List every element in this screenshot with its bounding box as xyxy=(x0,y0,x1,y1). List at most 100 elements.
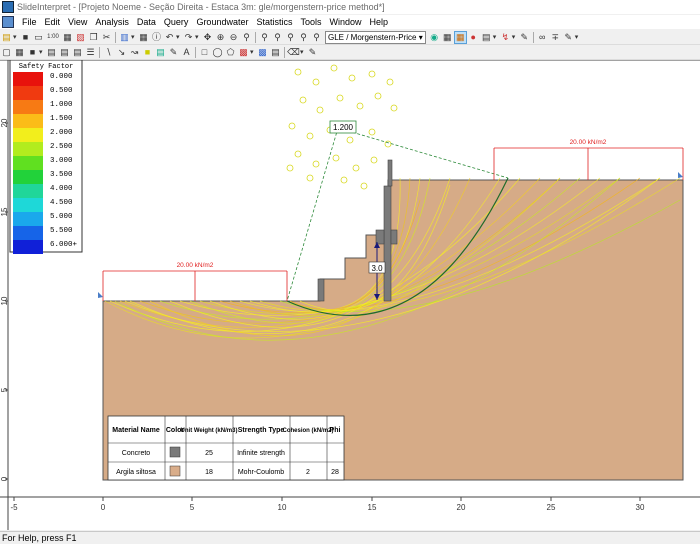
menu-bar: File Edit View Analysis Data Query Groun… xyxy=(0,15,700,29)
legend-swatch xyxy=(13,198,43,212)
chevron-down-icon[interactable]: ▾ xyxy=(300,47,306,58)
legend-label: 1.500 xyxy=(50,115,73,123)
x-tick-label: 20 xyxy=(457,503,466,512)
polyline-icon[interactable]: ↝ xyxy=(129,47,140,58)
chevron-down-icon[interactable]: ▾ xyxy=(575,32,581,43)
menu-window[interactable]: Window xyxy=(326,17,366,27)
legend: Safety Factor 0.000 0.500 1.000 1.500 2.000 2… xyxy=(9,60,83,254)
legend-label: 0.000 xyxy=(50,73,73,81)
open-icon[interactable]: ▤ xyxy=(1,32,12,43)
redo-icon[interactable]: ↷ xyxy=(183,32,194,43)
menu-analysis[interactable]: Analysis xyxy=(91,17,133,27)
toolbar-divider xyxy=(195,46,196,58)
table-header: Material Name xyxy=(112,427,160,434)
zoom-slope-icon[interactable]: ⚲ xyxy=(285,32,296,43)
search-icon[interactable]: ⚲ xyxy=(311,32,322,43)
toolbar-divider xyxy=(115,31,116,43)
menu-file[interactable]: File xyxy=(18,17,41,27)
globe-icon[interactable]: ◉ xyxy=(429,32,440,43)
window-title: SlideInterpret - [Projeto Noeme - Seção … xyxy=(17,2,385,12)
menu-edit[interactable]: Edit xyxy=(41,17,65,27)
save-icon[interactable]: ■ xyxy=(20,32,31,43)
line-color-icon[interactable]: ▩ xyxy=(257,47,268,58)
menu-statistics[interactable]: Statistics xyxy=(252,17,296,27)
chevron-down-icon[interactable]: ▾ xyxy=(493,32,499,43)
select-all-icon[interactable]: ▢ xyxy=(1,47,12,58)
export-icon[interactable]: ▦ xyxy=(62,32,73,43)
undo-icon[interactable]: ↶ xyxy=(164,32,175,43)
cut-icon[interactable]: ✂ xyxy=(101,32,112,43)
menu-view[interactable]: View xyxy=(64,17,91,27)
chevron-down-icon[interactable]: ▾ xyxy=(176,32,182,43)
ellipse-icon[interactable]: ◯ xyxy=(212,47,223,58)
ruler-icon[interactable]: ▤ xyxy=(72,47,83,58)
line-icon[interactable]: ∖ xyxy=(103,47,114,58)
legend-label: 3.500 xyxy=(50,171,73,179)
forces-icon[interactable]: ↯ xyxy=(500,32,511,43)
x-tick-label: 30 xyxy=(636,503,645,512)
dimension-icon[interactable]: ▤ xyxy=(59,47,70,58)
properties-icon[interactable]: ■ xyxy=(27,47,38,58)
eraser-icon[interactable]: ⌫ xyxy=(287,47,300,58)
legend-swatch xyxy=(13,114,43,128)
minimum-surface-icon[interactable]: ● xyxy=(468,32,479,43)
menu-tools[interactable]: Tools xyxy=(296,17,325,27)
zoom-extents-icon[interactable]: ⚲ xyxy=(272,32,283,43)
chevron-down-icon[interactable]: ▾ xyxy=(195,32,201,43)
graph-icon[interactable]: ∓ xyxy=(550,32,561,43)
legend-label: 0.500 xyxy=(50,87,73,95)
arrow-icon[interactable]: ↘ xyxy=(116,47,127,58)
zoom-in-icon[interactable]: ⊕ xyxy=(215,32,226,43)
load-label-right: 20.00 kN/m2 xyxy=(570,139,607,146)
legend-swatch xyxy=(13,240,43,254)
label-icon[interactable]: A xyxy=(181,47,192,58)
select-icon[interactable]: ✎ xyxy=(563,32,574,43)
lock-icon[interactable]: ▤ xyxy=(270,47,281,58)
chevron-down-icon[interactable]: ▾ xyxy=(250,47,256,58)
legend-label: 2.000 xyxy=(50,129,73,137)
menu-data[interactable]: Data xyxy=(133,17,160,27)
chevron-down-icon[interactable]: ▾ xyxy=(13,32,19,43)
edit-icon[interactable]: ✎ xyxy=(307,47,318,58)
menu-groundwater[interactable]: Groundwater xyxy=(192,17,252,27)
x-tick-label: 15 xyxy=(368,503,377,512)
table-icon[interactable]: ▦ xyxy=(138,32,149,43)
table-cell: 2 xyxy=(306,469,310,476)
model-canvas[interactable]: 20 15 10 5 0 -5 0 5 10 15 20 25 30 3.0 1… xyxy=(0,60,700,530)
chart-icon[interactable]: ▥ xyxy=(119,32,130,43)
zoom-previous-icon[interactable]: ⚲ xyxy=(298,32,309,43)
document-icon[interactable] xyxy=(2,16,14,28)
copy-icon[interactable]: ❐ xyxy=(88,32,99,43)
slices-icon[interactable]: ▤ xyxy=(481,32,492,43)
chevron-down-icon[interactable]: ▾ xyxy=(131,32,137,43)
rectangle-icon[interactable]: □ xyxy=(199,47,210,58)
zoom-window-icon[interactable]: ⚲ xyxy=(241,32,252,43)
chevron-down-icon[interactable]: ▾ xyxy=(512,32,518,43)
scale-button[interactable]: 1:00 xyxy=(46,32,60,43)
analysis-method-select[interactable]: GLE / Morgenstern-Price ▾ xyxy=(325,30,426,44)
pan-icon[interactable]: ✥ xyxy=(202,32,213,43)
menu-help[interactable]: Help xyxy=(366,17,393,27)
bitmap-icon[interactable]: ▧ xyxy=(75,32,86,43)
query-icon[interactable]: ✎ xyxy=(519,32,530,43)
link-icon[interactable]: ∞ xyxy=(537,32,548,43)
print-icon[interactable]: ▭ xyxy=(33,32,44,43)
menu-query[interactable]: Query xyxy=(160,17,193,27)
all-surfaces-icon[interactable]: ▦ xyxy=(442,32,453,43)
grid-icon[interactable]: ▦ xyxy=(14,47,25,58)
edit-text-icon[interactable]: ✎ xyxy=(168,47,179,58)
info-icon[interactable]: ⓘ xyxy=(151,32,162,43)
list-icon[interactable]: ☰ xyxy=(85,47,96,58)
dimension-label: 3.0 xyxy=(371,264,383,273)
text-icon[interactable]: ▤ xyxy=(46,47,57,58)
chevron-down-icon[interactable]: ▾ xyxy=(39,47,45,58)
legend-label: 4.500 xyxy=(50,199,73,207)
multi-surface-icon[interactable]: ▦ xyxy=(453,30,467,44)
zoom-out-icon[interactable]: ⊖ xyxy=(228,32,239,43)
zoom-all-icon[interactable]: ⚲ xyxy=(259,32,270,43)
measure-icon[interactable]: ▤ xyxy=(155,47,166,58)
table-header: Phi xyxy=(330,427,341,434)
polygon-icon[interactable]: ⬠ xyxy=(225,47,236,58)
marker-icon[interactable]: ■ xyxy=(142,47,153,58)
fill-icon[interactable]: ▩ xyxy=(238,47,249,58)
